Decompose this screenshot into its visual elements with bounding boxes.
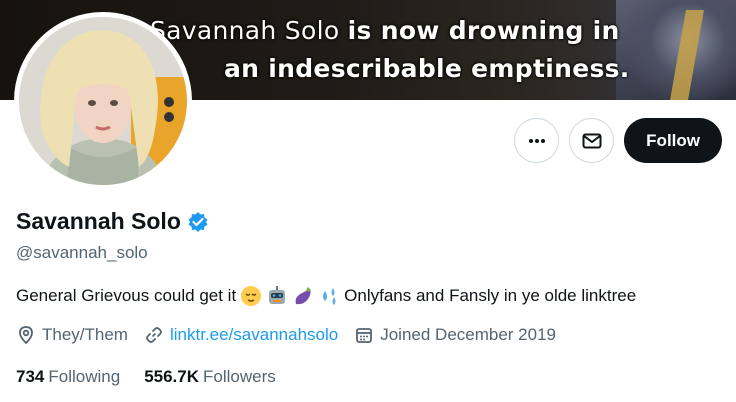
- banner-caption-name: Savannah Solo: [150, 16, 340, 45]
- joined-text: Joined December 2019: [380, 325, 556, 344]
- profile-info: Savannah Solo @savannah_solo General Gri…: [16, 208, 720, 387]
- sweat-droplets-emoji: [318, 285, 340, 307]
- followers-link[interactable]: 556.7K Followers: [144, 367, 276, 387]
- banner-caption-line1: is now drowning in: [347, 16, 620, 45]
- more-dots-icon: [528, 138, 545, 143]
- handle: @savannah_solo: [16, 243, 148, 262]
- envelope-icon: [582, 133, 602, 148]
- bio-text: Onlyfans and Fansly in ye olde linktree: [344, 286, 637, 305]
- eggplant-emoji: [292, 285, 314, 307]
- display-name: Savannah Solo: [16, 208, 181, 234]
- relieved-face-emoji: [240, 285, 262, 307]
- link-icon: [146, 327, 162, 343]
- website-link[interactable]: linktr.ee/savannahsolo: [170, 325, 338, 345]
- robot-emoji: [266, 285, 288, 307]
- avatar-photo: [19, 17, 187, 185]
- bio-text: General Grievous could get it: [16, 286, 237, 305]
- following-link[interactable]: 734 Following: [16, 367, 120, 387]
- followers-count: 556.7K: [144, 367, 200, 386]
- following-count: 734: [16, 367, 45, 386]
- bio: General Grievous could get it Onlyfans a…: [16, 285, 720, 307]
- banner-caption-line2: an indescribable emptiness.: [224, 54, 630, 83]
- profile-meta: They/Them linktr.ee/savannahsolo Joined …: [16, 325, 720, 345]
- pronouns: They/Them: [16, 325, 128, 345]
- message-button[interactable]: [569, 118, 615, 163]
- following-label: Following: [48, 367, 121, 386]
- more-button[interactable]: [514, 118, 560, 163]
- name-row: Savannah Solo: [16, 208, 720, 235]
- follow-stats: 734 Following 556.7K Followers: [16, 367, 720, 387]
- pronouns-text: They/Them: [42, 325, 128, 344]
- calendar-icon: [356, 328, 373, 343]
- followers-label: Followers: [203, 367, 276, 386]
- location-pin-icon: [19, 326, 33, 345]
- profile-actions: Follow: [514, 118, 722, 163]
- website[interactable]: linktr.ee/savannahsolo: [144, 325, 338, 345]
- join-date: Joined December 2019: [354, 325, 556, 345]
- verified-badge-icon[interactable]: [187, 211, 209, 233]
- follow-button[interactable]: Follow: [624, 118, 722, 163]
- avatar[interactable]: [14, 12, 192, 190]
